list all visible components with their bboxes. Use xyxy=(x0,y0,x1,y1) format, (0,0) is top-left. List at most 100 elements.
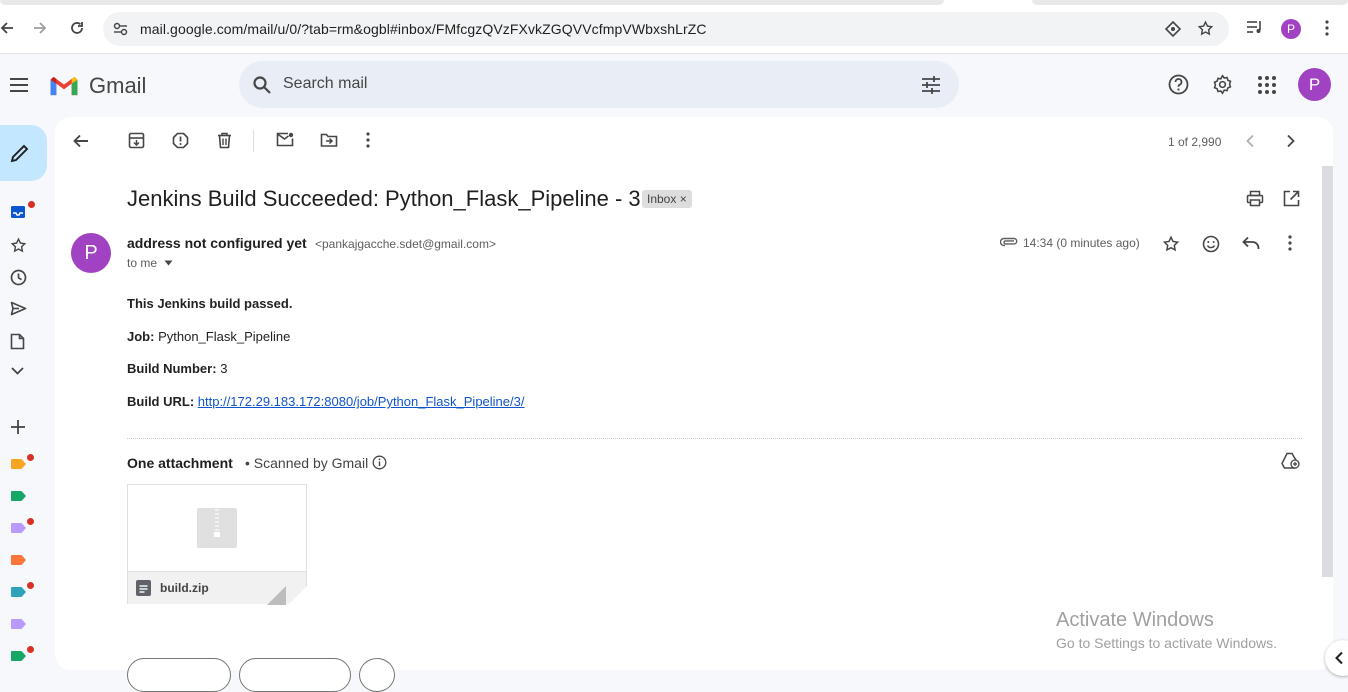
reply-icon[interactable] xyxy=(1242,236,1262,256)
search-bar[interactable]: Search mail xyxy=(239,61,959,108)
message-more-options-icon[interactable] xyxy=(1287,235,1307,255)
compose-button[interactable] xyxy=(0,125,47,181)
scrollbar[interactable] xyxy=(1322,166,1333,577)
message-pager: 1 of 2,990 xyxy=(1168,135,1222,149)
print-icon[interactable] xyxy=(1246,190,1266,210)
support-icon[interactable] xyxy=(1168,74,1189,95)
star-message-icon[interactable] xyxy=(1162,235,1182,255)
nav-inbox[interactable] xyxy=(3,197,37,227)
build-url-label: Build URL: xyxy=(127,394,195,409)
label-tag-icon[interactable] xyxy=(11,491,26,501)
bookmark-star-icon[interactable] xyxy=(1197,20,1214,37)
notification-dot xyxy=(27,646,34,653)
report-spam-icon[interactable] xyxy=(172,132,192,152)
search-options-icon[interactable] xyxy=(921,76,941,94)
reply-button[interactable] xyxy=(127,658,231,692)
emoji-reaction-button[interactable] xyxy=(359,658,395,692)
back-arrow-icon[interactable] xyxy=(0,21,14,35)
add-label-plus-icon[interactable] xyxy=(10,419,28,437)
notification-dot xyxy=(27,518,34,525)
label-tag-icon[interactable] xyxy=(11,619,26,629)
main-menu-icon[interactable] xyxy=(9,77,29,93)
attachment-footer: build.zip xyxy=(128,571,307,605)
tab-strip xyxy=(1032,0,1348,5)
job-value: Python_Flask_Pipeline xyxy=(158,329,291,344)
settings-gear-icon[interactable] xyxy=(1212,74,1233,95)
body-build-url-line: Build URL: http://172.29.183.172:8080/jo… xyxy=(127,394,524,409)
drafts-icon[interactable] xyxy=(10,333,28,351)
toolbar-divider xyxy=(253,130,254,152)
activate-windows-subtitle: Go to Settings to activate Windows. xyxy=(1056,635,1277,651)
label-tag-icon[interactable] xyxy=(11,523,26,533)
zip-file-preview-icon xyxy=(197,508,237,548)
recipient-text: to me xyxy=(127,256,158,270)
lens-icon[interactable] xyxy=(1165,21,1181,37)
forward-arrow-icon[interactable] xyxy=(33,21,47,35)
browser-profile-avatar[interactable]: P xyxy=(1281,19,1301,39)
starred-icon[interactable] xyxy=(10,237,28,255)
remove-label-close-icon[interactable]: × xyxy=(680,192,687,206)
back-to-inbox-icon[interactable] xyxy=(72,132,92,152)
notification-dot xyxy=(28,201,35,208)
reload-icon[interactable] xyxy=(69,20,85,36)
label-tag-icon[interactable] xyxy=(11,459,26,469)
message-subject: Jenkins Build Succeeded: Python_Flask_Pi… xyxy=(127,186,641,211)
browser-menu-icon[interactable] xyxy=(1324,20,1330,36)
inbox-label-text: Inbox xyxy=(647,192,677,206)
job-label: Job: xyxy=(127,329,155,344)
tab-strip xyxy=(0,0,944,5)
more-options-icon[interactable] xyxy=(365,132,385,152)
attachment-card[interactable]: build.zip xyxy=(127,484,307,605)
browser-toolbar: mail.google.com/mail/u/0/?tab=rm&ogbl#in… xyxy=(0,0,1348,54)
archive-icon[interactable] xyxy=(128,132,148,152)
snoozed-clock-icon[interactable] xyxy=(10,269,28,287)
move-to-folder-icon[interactable] xyxy=(320,132,340,152)
sent-icon[interactable] xyxy=(10,301,28,319)
inbox-label-chip[interactable]: Inbox × xyxy=(642,190,692,208)
notification-dot xyxy=(27,582,34,589)
search-input[interactable]: Search mail xyxy=(283,75,367,93)
label-tag-icon[interactable] xyxy=(11,651,26,661)
app-name[interactable]: Gmail xyxy=(89,73,146,99)
build-number-label: Build Number: xyxy=(127,361,217,376)
sender-name[interactable]: address not configured yet xyxy=(127,235,307,251)
delete-trash-icon[interactable] xyxy=(217,132,237,152)
build-url-link[interactable]: http://172.29.183.172:8080/job/Python_Fl… xyxy=(198,394,525,409)
more-chevron-down-icon[interactable] xyxy=(10,366,28,384)
sender-email: <pankajgacche.sdet@gmail.com> xyxy=(315,237,496,251)
newer-chevron-left-icon[interactable] xyxy=(1245,134,1265,154)
recipient-details[interactable]: to me xyxy=(127,256,157,270)
gmail-logo-icon[interactable] xyxy=(48,74,80,97)
info-icon[interactable] xyxy=(372,455,387,470)
recipient-dropdown-caret-icon[interactable] xyxy=(164,260,173,266)
apps-grid-icon[interactable] xyxy=(1258,76,1276,94)
scanned-by-gmail-note: • Scanned by Gmail xyxy=(245,455,369,471)
sender-avatar[interactable]: P xyxy=(71,233,111,273)
body-job-line: Job: Python_Flask_Pipeline xyxy=(127,329,290,344)
activate-windows-title: Activate Windows xyxy=(1056,609,1214,631)
media-controls-icon[interactable] xyxy=(1246,20,1263,35)
body-build-number-line: Build Number: 3 xyxy=(127,361,227,376)
attachments-title: One attachment xyxy=(127,455,233,471)
search-icon[interactable] xyxy=(253,76,271,94)
label-tag-icon[interactable] xyxy=(11,555,26,565)
url-text[interactable]: mail.google.com/mail/u/0/?tab=rm&ogbl#in… xyxy=(140,21,707,37)
save-to-drive-icon[interactable] xyxy=(1281,452,1300,469)
chevron-left-icon xyxy=(1334,651,1344,665)
notification-dot xyxy=(27,454,34,461)
add-reaction-emoji-icon[interactable] xyxy=(1202,235,1222,255)
body-intro: This Jenkins build passed. xyxy=(127,296,293,311)
attachment-paperclip-icon xyxy=(1000,237,1018,247)
older-chevron-right-icon[interactable] xyxy=(1286,134,1306,154)
account-avatar[interactable]: P xyxy=(1298,68,1331,101)
site-info-icon[interactable] xyxy=(113,22,128,36)
address-bar[interactable]: mail.google.com/mail/u/0/?tab=rm&ogbl#in… xyxy=(103,12,1229,46)
attachments-divider xyxy=(127,438,1302,439)
open-in-new-window-icon[interactable] xyxy=(1283,190,1303,210)
forward-button[interactable] xyxy=(239,658,351,692)
mark-unread-icon[interactable] xyxy=(276,132,296,152)
side-panel-toggle[interactable] xyxy=(1325,640,1348,676)
build-number-value: 3 xyxy=(220,361,228,376)
message-timestamp: 14:34 (0 minutes ago) xyxy=(1023,236,1140,250)
label-tag-icon[interactable] xyxy=(11,587,26,597)
